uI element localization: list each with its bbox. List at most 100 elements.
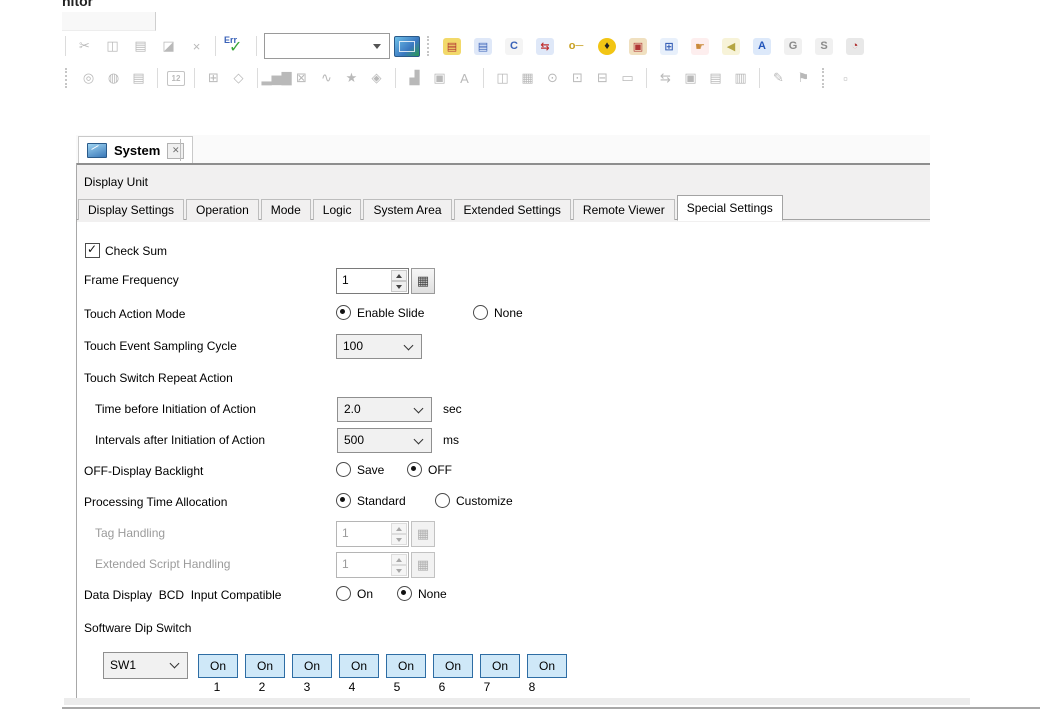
touch-action-none-radio[interactable] bbox=[473, 305, 488, 320]
time-before-initiation-label: Time before Initiation of Action bbox=[95, 402, 256, 416]
keypad-display-icon[interactable]: ⊞ bbox=[204, 69, 223, 87]
toolbar-grip[interactable] bbox=[427, 36, 432, 56]
picture-display-icon[interactable]: ▣ bbox=[430, 69, 449, 87]
lamp-part-icon[interactable]: ◍ bbox=[104, 69, 123, 87]
error-check-icon[interactable]: Err ✓ bbox=[223, 35, 249, 57]
switch-part-icon[interactable]: ◎ bbox=[79, 69, 98, 87]
edit-alarm-icon[interactable]: ▤ bbox=[443, 38, 461, 55]
processing-customize-radio[interactable] bbox=[435, 493, 450, 508]
sound-icon[interactable]: ◀ bbox=[722, 38, 740, 55]
tab-extended-settings[interactable]: Extended Settings bbox=[454, 199, 571, 220]
alarm-part-icon[interactable]: ▤ bbox=[129, 69, 148, 87]
touch-event-sampling-label: Touch Event Sampling Cycle bbox=[84, 339, 237, 353]
duplicate-icon[interactable]: ◪ bbox=[159, 37, 178, 55]
toolbar-grip[interactable] bbox=[65, 68, 70, 88]
film-display-icon[interactable]: ▦ bbox=[518, 69, 537, 87]
check-sum-checkbox[interactable] bbox=[85, 243, 100, 258]
computer-display-icon[interactable]: ⊟ bbox=[593, 69, 612, 87]
bcd-none-radio[interactable] bbox=[397, 586, 412, 601]
touch-settings-icon[interactable]: ☛ bbox=[691, 38, 709, 55]
transfer-project-icon[interactable]: ⇆ bbox=[536, 38, 554, 55]
schedule-icon[interactable]: ⊞ bbox=[660, 38, 678, 55]
draw-toolbar: ◎ ◍ ▤ 12 ⊞ ◇ ▂▅▇ ⊠ ∿ ★ ◈ ▟ ▣ A ◫ ▦ ⊙ ⊡ ⊟ ▭ ⇆ ▣ ▤ ▥ ✎ ⚑ ▫ bbox=[62, 64, 855, 92]
cut-icon[interactable]: ✂ bbox=[75, 37, 94, 55]
copy-icon[interactable]: ◫ bbox=[103, 37, 122, 55]
time-before-initiation-dropdown[interactable]: 2.0 bbox=[337, 397, 432, 422]
line-graph-icon[interactable]: ∿ bbox=[317, 69, 336, 87]
backlight-save-radio[interactable] bbox=[336, 462, 351, 477]
dip-switch-6-button[interactable]: On bbox=[433, 654, 473, 678]
tag-handling-keypad-button: ▦ bbox=[411, 521, 435, 547]
backlight-save-label: Save bbox=[357, 463, 384, 477]
bcd-on-radio[interactable] bbox=[336, 586, 351, 601]
draw-pen-icon[interactable]: ✎ bbox=[769, 69, 788, 87]
csv-file-icon[interactable]: C bbox=[505, 38, 523, 55]
frame-frequency-keypad-button[interactable]: ▦ bbox=[411, 268, 435, 294]
list-parts-icon[interactable]: ▤ bbox=[706, 69, 725, 87]
remote-monitor-icon[interactable]: ⊡ bbox=[568, 69, 587, 87]
tab-display-settings[interactable]: Display Settings bbox=[78, 199, 184, 220]
star-marker-icon[interactable]: ★ bbox=[342, 69, 361, 87]
text-display-icon[interactable]: A bbox=[455, 69, 474, 87]
paste-icon[interactable]: ▤ bbox=[131, 37, 150, 55]
screen-part-icon[interactable]: ▭ bbox=[618, 69, 637, 87]
dip-switch-7-button[interactable]: On bbox=[480, 654, 520, 678]
language-change-icon[interactable]: A bbox=[753, 38, 771, 55]
tab-mode[interactable]: Mode bbox=[261, 199, 311, 220]
frame-frequency-spinner[interactable]: 1 bbox=[336, 268, 409, 294]
g-settings-icon[interactable]: G bbox=[784, 38, 802, 55]
document-tab-system[interactable]: System ✕ bbox=[78, 136, 193, 164]
key-icon[interactable]: o─ bbox=[567, 38, 585, 55]
dip-switch-selector-dropdown[interactable]: SW1 bbox=[103, 652, 188, 679]
processing-standard-radio[interactable] bbox=[336, 493, 351, 508]
list-parts-alt-icon[interactable]: ▥ bbox=[731, 69, 750, 87]
tab-operation[interactable]: Operation bbox=[186, 199, 259, 220]
tab-special-settings[interactable]: Special Settings bbox=[677, 195, 783, 221]
open-menu-remnant bbox=[62, 12, 156, 31]
s-settings-icon[interactable]: S bbox=[815, 38, 833, 55]
tab-remote-viewer[interactable]: Remote Viewer bbox=[573, 199, 675, 220]
capture-timer-icon[interactable]: ◔ bbox=[846, 38, 864, 55]
dip-switch-2-button[interactable]: On bbox=[245, 654, 285, 678]
movie-camera-icon[interactable]: ⊙ bbox=[543, 69, 562, 87]
delete-icon[interactable]: × bbox=[187, 37, 206, 55]
date-display-icon[interactable]: 12 bbox=[167, 71, 185, 86]
data-display-bcd-label: Data Display BCD Input Compatible bbox=[84, 588, 281, 602]
flag-icon[interactable]: ⚑ bbox=[794, 69, 813, 87]
dip-switch-8-button[interactable]: On bbox=[527, 654, 567, 678]
image-window-icon[interactable]: ▣ bbox=[681, 69, 700, 87]
software-dip-switch-label: Software Dip Switch bbox=[84, 621, 191, 635]
folder-transfer-icon[interactable]: ⇆ bbox=[656, 69, 675, 87]
dip-switch-4-button[interactable]: On bbox=[339, 654, 379, 678]
window-parts-icon[interactable]: ◫ bbox=[493, 69, 512, 87]
bar-graph-icon[interactable]: ▂▅▇ bbox=[267, 69, 286, 87]
preview-screen-icon[interactable] bbox=[394, 36, 420, 57]
horizontal-scrollbar[interactable] bbox=[64, 698, 970, 705]
sketch-part-icon[interactable]: ◇ bbox=[229, 69, 248, 87]
scatter-graph-icon[interactable]: ⊠ bbox=[292, 69, 311, 87]
toolbar-separator bbox=[256, 36, 257, 56]
touch-action-none-label: None bbox=[494, 306, 523, 320]
toolbar-grip[interactable] bbox=[822, 68, 827, 88]
security-icon[interactable]: ♦ bbox=[598, 38, 616, 55]
tag-handling-spinner: 1 bbox=[336, 521, 409, 547]
touch-event-sampling-dropdown[interactable]: 100 bbox=[336, 334, 422, 359]
settings-list-icon[interactable]: ▤ bbox=[474, 38, 492, 55]
tab-logic[interactable]: Logic bbox=[313, 199, 362, 220]
bottom-divider bbox=[62, 707, 1040, 709]
screen-select-combobox[interactable] bbox=[264, 33, 390, 59]
dip-switch-1-button[interactable]: On bbox=[198, 654, 238, 678]
touch-action-enable-slide-radio[interactable] bbox=[336, 305, 351, 320]
dip-switch-5-button[interactable]: On bbox=[386, 654, 426, 678]
data-container-icon[interactable]: ▣ bbox=[629, 38, 647, 55]
tab-system-area[interactable]: System Area bbox=[363, 199, 451, 220]
spin-up-button[interactable] bbox=[391, 270, 407, 281]
compass-marker-icon[interactable]: ◈ bbox=[367, 69, 386, 87]
spin-down-button[interactable] bbox=[391, 281, 407, 292]
backlight-off-radio[interactable] bbox=[407, 462, 422, 477]
intervals-after-initiation-dropdown[interactable]: 500 bbox=[337, 428, 432, 453]
historical-lamp-icon[interactable]: ▟ bbox=[405, 69, 424, 87]
dip-switch-3-button[interactable]: On bbox=[292, 654, 332, 678]
mini-part-icon[interactable]: ▫ bbox=[836, 69, 855, 87]
close-icon[interactable]: ✕ bbox=[167, 143, 184, 159]
